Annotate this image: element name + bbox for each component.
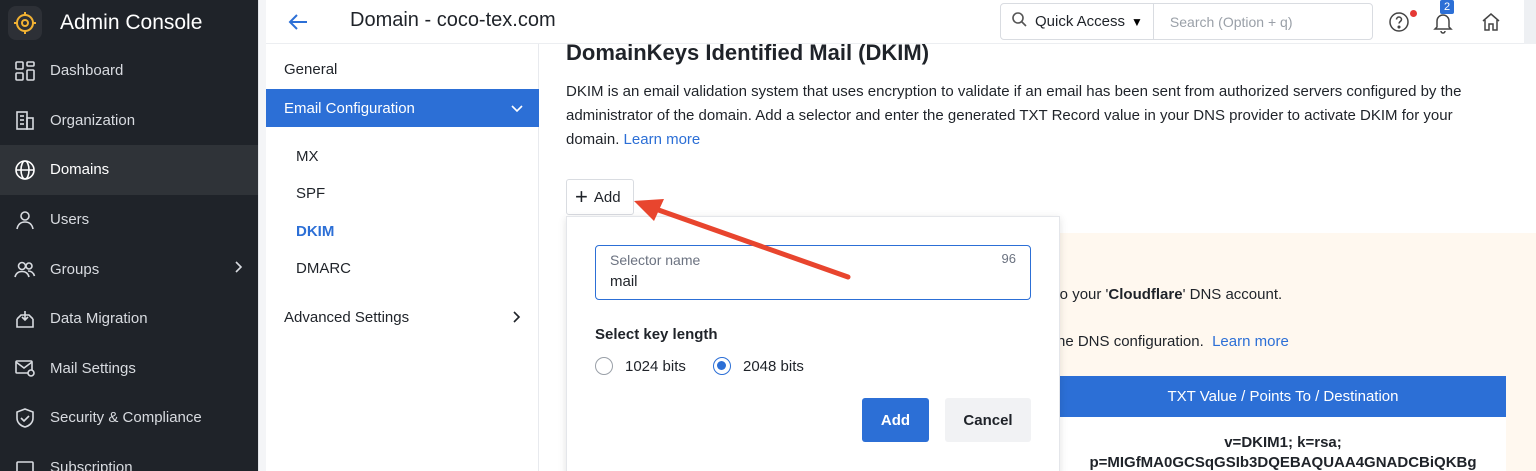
key-length-label: Select key length [595, 326, 718, 343]
building-icon [12, 107, 38, 133]
dns-provider: Cloudflare [1108, 286, 1183, 303]
radio-1024-bits[interactable]: 1024 bits [595, 357, 686, 375]
submenu-mx[interactable]: MX [296, 148, 319, 165]
nav-item-dashboard[interactable]: Dashboard [0, 46, 258, 96]
section-title: DomainKeys Identified Mail (DKIM) [566, 40, 930, 65]
quick-access-dropdown[interactable]: Quick Access ▼ [1001, 4, 1154, 39]
nav-label: Mail Settings [50, 359, 136, 377]
domain-submenu: General Email Configuration MX SPF DKIM … [266, 44, 539, 471]
submenu-dkim[interactable]: DKIM [296, 223, 334, 240]
cancel-button[interactable]: Cancel [945, 398, 1031, 442]
nav-item-security-compliance[interactable]: Security & Compliance [0, 393, 258, 443]
submenu-advanced-settings[interactable]: Advanced Settings [284, 309, 409, 326]
radio-button[interactable] [595, 357, 613, 375]
learn-more-link-2[interactable]: Learn more [1212, 333, 1289, 350]
nav-item-domains[interactable]: Domains [0, 145, 258, 195]
nav-item-data-migration[interactable]: Data Migration [0, 294, 258, 344]
submenu-dmarc[interactable]: DMARC [296, 260, 351, 277]
nav-label: Data Migration [50, 310, 148, 328]
search-icon [1011, 11, 1027, 32]
learn-more-link[interactable]: Learn more [624, 131, 701, 148]
nav-item-subscription[interactable]: Subscription [0, 443, 258, 471]
dns-info-line-1: n to your 'Cloudflare' DNS account. [1043, 286, 1282, 303]
quick-access-search-box: Quick Access ▼ Search (Option + q) [1000, 3, 1373, 40]
annotation-arrow [634, 199, 851, 280]
dashboard-icon [12, 58, 38, 84]
dns-config-text: he DNS configuration. [1057, 333, 1204, 350]
plus-icon: + [575, 184, 588, 209]
subscription-icon [12, 455, 38, 471]
txt-value-column-header: TXT Value / Points To / Destination [1060, 376, 1506, 417]
nav-item-organization[interactable]: Organization [0, 96, 258, 146]
group-icon [12, 256, 38, 282]
radio-button-selected[interactable] [713, 357, 731, 375]
nav-label: Security & Compliance [50, 409, 202, 427]
nav-label: Groups [50, 260, 100, 278]
notification-count-badge: 2 [1440, 0, 1455, 14]
nav-item-mail-settings[interactable]: Mail Settings [0, 344, 258, 394]
caret-down-icon: ▼ [1131, 14, 1143, 29]
txt-value-cell[interactable]: v=DKIM1; k=rsa; p=MIGfMA0GCSqGSIb3DQEBAQ… [1060, 417, 1506, 471]
submenu-label: Email Configuration [284, 99, 415, 117]
bell-icon[interactable] [1433, 12, 1453, 39]
home-icon[interactable] [1480, 11, 1502, 38]
confirm-add-button[interactable]: Add [862, 398, 929, 442]
alert-dot [1410, 10, 1417, 17]
chevron-right-icon [234, 260, 244, 278]
txt-value-line-1: v=DKIM1; k=rsa; [1224, 434, 1342, 451]
chevron-right-icon [512, 310, 522, 329]
nav-label: Domains [50, 161, 110, 179]
back-arrow-icon[interactable] [286, 10, 310, 39]
submenu-general[interactable]: General [284, 61, 337, 78]
dns-text-post: ' DNS account. [1182, 286, 1283, 303]
nav-item-users[interactable]: Users [0, 195, 258, 245]
globe-icon [12, 157, 38, 183]
help-icon[interactable] [1388, 11, 1410, 38]
section-description: DKIM is an email validation system that … [566, 80, 1506, 152]
nav-label: Subscription [50, 459, 133, 471]
right-edge-strip [1524, 0, 1536, 44]
page-title: Domain - coco-tex.com [350, 9, 556, 31]
migration-icon [12, 306, 38, 332]
user-icon [12, 207, 38, 233]
chevron-down-icon [511, 100, 523, 117]
nav-item-groups[interactable]: Groups [0, 244, 258, 294]
nav-label: Users [50, 211, 90, 229]
gear-logo-icon [8, 6, 42, 40]
submenu-email-configuration[interactable]: Email Configuration [266, 89, 539, 127]
radio-label: 2048 bits [743, 357, 804, 375]
quick-access-label: Quick Access [1035, 13, 1126, 30]
txt-value-line-2: p=MIGfMA0GCSqGSIb3DQEBAQUAA4GNADCBiQKBg [1089, 454, 1477, 471]
dns-info-line-2: he DNS configuration. Learn more [1057, 333, 1289, 350]
submenu-spf[interactable]: SPF [296, 185, 325, 202]
radio-2048-bits[interactable]: 2048 bits [713, 357, 804, 375]
radio-label: 1024 bits [625, 357, 686, 375]
brand-header: Admin Console [0, 0, 258, 46]
add-label: Add [593, 188, 621, 206]
character-count: 96 [1001, 251, 1016, 266]
nav-label: Dashboard [50, 62, 124, 80]
admin-console-window: Admin Console Dashboard Organization Dom… [0, 0, 1536, 471]
left-navigation: Admin Console Dashboard Organization Dom… [0, 0, 258, 471]
shield-icon [12, 405, 38, 431]
nav-label: Organization [50, 111, 136, 129]
top-bar: Domain - coco-tex.com Quick Access ▼ Sea… [266, 0, 1536, 44]
nav-divider [258, 0, 266, 471]
description-text: DKIM is an email validation system that … [566, 83, 1462, 148]
search-input[interactable]: Search (Option + q) [1170, 14, 1293, 30]
mail-settings-icon [12, 355, 38, 381]
app-title: Admin Console [60, 11, 203, 34]
